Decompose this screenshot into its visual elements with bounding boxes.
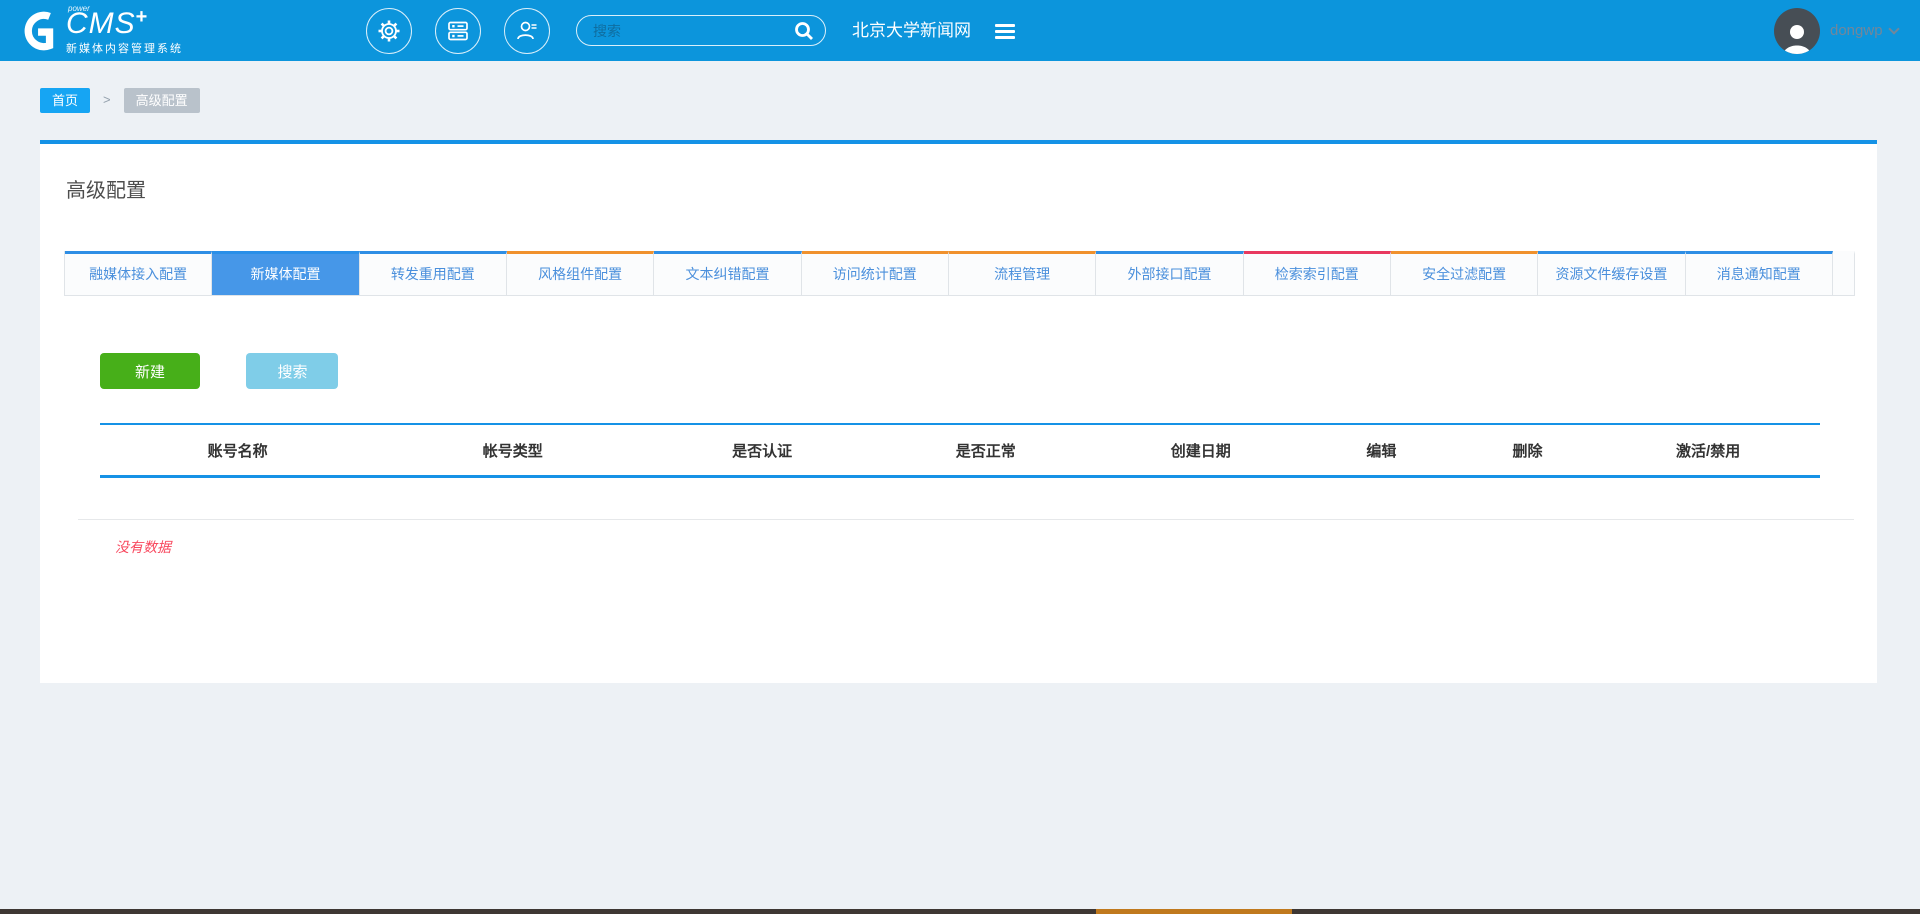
tab-8[interactable]: 外部接口配置 <box>1096 251 1244 295</box>
breadcrumb: 首页 > 高级配置 <box>0 61 1920 140</box>
bottom-strip <box>0 909 1920 914</box>
logo-subtitle: 新媒体内容管理系统 <box>66 43 183 55</box>
column-header: 激活/禁用 <box>1676 442 1741 460</box>
settings-button[interactable] <box>366 8 412 54</box>
column-header: 帐号类型 <box>482 442 543 460</box>
tab-10[interactable]: 安全过滤配置 <box>1390 251 1539 295</box>
empty-message: 没有数据 <box>115 539 171 555</box>
tab-9[interactable]: 检索索引配置 <box>1243 251 1391 295</box>
column-header: 是否正常 <box>955 442 1016 460</box>
tab-12[interactable]: 消息通知配置 <box>1685 251 1833 295</box>
hamburger-icon <box>995 24 1015 27</box>
modules-icon <box>448 21 468 41</box>
tab-7[interactable]: 流程管理 <box>948 251 1097 295</box>
page-title: 高级配置 <box>66 180 146 202</box>
column-header: 是否认证 <box>732 442 793 460</box>
breadcrumb-current: 高级配置 <box>123 88 200 113</box>
site-name: 北京大学新闻网 <box>852 21 971 40</box>
tab-6[interactable]: 访问统计配置 <box>801 251 949 295</box>
tab-partial <box>1832 251 1855 295</box>
column-header: 账号名称 <box>207 442 268 460</box>
search-button[interactable]: 搜索 <box>246 353 339 389</box>
tabs-bar: 融媒体接入配置 新媒体配置 转发重用配置 风格组件配置 文本纠错配置 访问统计配置 流程管理… <box>64 251 1855 296</box>
logo-g-icon <box>24 11 54 51</box>
tab-5[interactable]: 文本纠错配置 <box>654 251 802 295</box>
tab-3[interactable]: 转发重用配置 <box>359 251 507 295</box>
search-icon[interactable] <box>793 20 815 42</box>
user-admin-button[interactable] <box>504 8 550 54</box>
bottom-strip-segment <box>1096 909 1292 914</box>
person-icon <box>1783 24 1811 54</box>
column-header: 创建日期 <box>1170 442 1231 460</box>
toolbar: 新建 搜索 <box>100 353 1877 389</box>
app-logo: power CMS+ 新媒体内容管理系统 <box>14 4 183 56</box>
menu-button[interactable] <box>995 24 1017 42</box>
main-panel: 高级配置 融媒体接入配置 新媒体配置 转发重用配置 风格组件配置 文本纠错配置 访问统计配… <box>40 140 1877 683</box>
tab-4[interactable]: 风格组件配置 <box>506 251 655 295</box>
tab-11[interactable]: 资源文件缓存设置 <box>1538 251 1686 295</box>
tab-2[interactable]: 新媒体配置 <box>212 251 360 295</box>
new-button[interactable]: 新建 <box>100 353 200 389</box>
chevron-down-icon[interactable] <box>1887 22 1900 35</box>
logo-power-text: power <box>68 4 90 13</box>
avatar[interactable] <box>1774 7 1820 54</box>
table-header-row: 账号名称 帐号类型 是否认证 是否正常 创建日期 编辑 删除 激活/禁用 <box>100 423 1820 478</box>
column-header: 删除 <box>1512 442 1543 460</box>
username[interactable]: dongwp <box>1830 22 1883 39</box>
gear-icon <box>378 20 400 42</box>
topbar: power CMS+ 新媒体内容管理系统 搜索 北京大学新闻网 dongwp <box>0 0 1920 61</box>
modules-button[interactable] <box>435 8 481 54</box>
tab-1[interactable]: 融媒体接入配置 <box>65 251 213 295</box>
logo-plus-text: + <box>135 6 148 28</box>
topbar-search <box>576 15 826 46</box>
breadcrumb-home[interactable]: 首页 <box>40 88 91 113</box>
divider <box>78 519 1854 520</box>
user-admin-icon <box>517 21 537 40</box>
user-area: dongwp <box>1774 0 1900 61</box>
column-header: 编辑 <box>1366 442 1397 460</box>
search-input[interactable] <box>577 16 793 45</box>
breadcrumb-separator: > <box>103 92 111 107</box>
